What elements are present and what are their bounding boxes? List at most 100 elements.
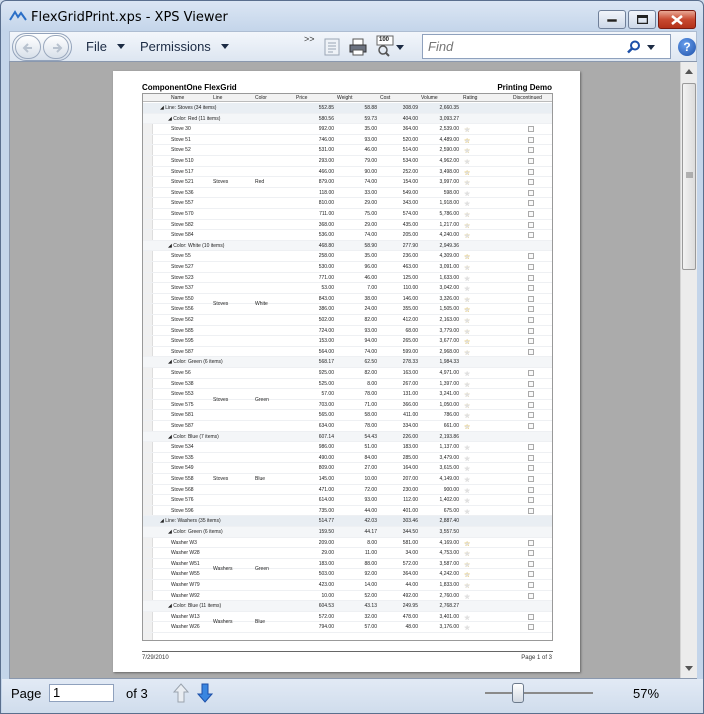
vertical-scrollbar[interactable] — [680, 62, 697, 678]
discontinued-checkbox[interactable] — [528, 168, 534, 175]
find-options-dropdown-icon[interactable] — [647, 45, 655, 50]
discontinued-checkbox[interactable] — [528, 465, 534, 472]
discontinued-checkbox[interactable] — [528, 592, 534, 599]
navigation-buttons — [12, 33, 72, 61]
maximize-button[interactable] — [628, 10, 656, 29]
toolbar-overflow-button[interactable]: >> — [304, 34, 315, 44]
discontinued-checkbox[interactable] — [528, 444, 534, 451]
discontinued-checkbox[interactable] — [528, 550, 534, 557]
discontinued-checkbox[interactable] — [528, 189, 534, 196]
group-label: ◢ Color: Green (6 items) — [168, 529, 223, 535]
discontinued-checkbox[interactable] — [528, 136, 534, 143]
product-name-cell: Stove 575 — [171, 401, 194, 408]
search-icon[interactable] — [627, 40, 641, 54]
discontinued-checkbox[interactable] — [528, 624, 534, 631]
discontinued-checkbox[interactable] — [528, 232, 534, 239]
price-cell: 607.14 — [318, 433, 334, 440]
discontinued-checkbox[interactable] — [528, 253, 534, 260]
discontinued-checkbox[interactable] — [528, 476, 534, 482]
find-input[interactable] — [428, 35, 623, 57]
merged-color-cell: Blue — [255, 476, 266, 482]
table-row: Stove 570 711.00 75.00 574.00 5,786.00 ★ ★ ★ ★ ★ — [143, 209, 552, 220]
column-header: Name — [171, 95, 185, 101]
discontinued-checkbox[interactable] — [528, 295, 534, 302]
volume-cell: 3,587.00 — [439, 560, 459, 567]
footer-divider — [142, 651, 553, 652]
back-button[interactable] — [15, 35, 41, 59]
discontinued-checkbox[interactable] — [528, 264, 534, 270]
discontinued-checkbox[interactable] — [528, 348, 534, 355]
discontinued-checkbox[interactable] — [528, 391, 534, 398]
discontinued-checkbox[interactable] — [528, 582, 534, 588]
document-viewer[interactable]: ComponentOne FlexGrid Printing Demo Name… — [9, 61, 697, 679]
table-row: Washer W3 209.00 8.00 581.00 4,169.00 ★ ★ ★ ★ ★ — [143, 538, 552, 549]
discontinued-checkbox[interactable] — [528, 211, 534, 217]
zoom-dropdown-icon[interactable] — [396, 45, 404, 50]
volume-cell: 4,169.00 — [439, 539, 459, 546]
discontinued-checkbox[interactable] — [528, 274, 534, 281]
discontinued-checkbox[interactable] — [528, 200, 534, 207]
price-cell: 258.00 — [318, 253, 334, 260]
discontinued-checkbox[interactable] — [528, 317, 534, 323]
discontinued-checkbox[interactable] — [528, 285, 534, 292]
volume-cell: 1,137.00 — [439, 444, 459, 451]
price-cell: 810.00 — [318, 200, 334, 207]
star-icon: ★ — [464, 625, 471, 633]
help-button[interactable]: ? — [678, 38, 696, 56]
price-cell: 118.00 — [319, 189, 334, 196]
zoom-slider-thumb[interactable] — [512, 683, 524, 703]
file-menu-label: File — [86, 39, 107, 54]
discontinued-checkbox[interactable] — [528, 560, 534, 567]
discontinued-checkbox[interactable] — [528, 221, 534, 228]
cost-cell: 205.00 — [402, 232, 418, 239]
scrollbar-thumb[interactable] — [682, 83, 696, 270]
cost-cell: 48.00 — [405, 624, 418, 631]
star-icon: ★ — [464, 180, 471, 188]
discontinued-checkbox[interactable] — [528, 423, 534, 429]
volume-cell: 1,402.00 — [439, 497, 459, 504]
discontinued-checkbox[interactable] — [528, 380, 534, 387]
discontinued-checkbox[interactable] — [528, 147, 534, 154]
product-name-cell: Washer W92 — [171, 592, 200, 599]
zoom-slider-track[interactable] — [485, 692, 593, 694]
weight-cell: 82.00 — [364, 370, 377, 376]
discontinued-checkbox[interactable] — [528, 539, 534, 546]
volume-cell: 4,309.00 — [439, 253, 459, 260]
discontinued-checkbox[interactable] — [528, 412, 534, 419]
minimize-button[interactable] — [598, 10, 626, 29]
permissions-menu[interactable]: Permissions — [140, 39, 229, 54]
discontinued-checkbox[interactable] — [528, 327, 534, 334]
weight-cell: 74.00 — [364, 348, 377, 355]
scroll-up-arrow-icon[interactable] — [685, 69, 693, 74]
discontinued-checkbox[interactable] — [528, 370, 534, 376]
discontinued-checkbox[interactable] — [528, 454, 534, 461]
document-outline-icon[interactable] — [322, 37, 342, 57]
discontinued-checkbox[interactable] — [528, 486, 534, 493]
discontinued-checkbox[interactable] — [528, 571, 534, 578]
star-icon: ★ — [464, 445, 471, 453]
discontinued-checkbox[interactable] — [528, 401, 534, 408]
print-icon[interactable] — [348, 37, 368, 57]
forward-button[interactable] — [43, 35, 69, 59]
previous-page-arrow-icon[interactable] — [173, 683, 189, 703]
star-icon: ★ — [464, 190, 471, 198]
discontinued-checkbox[interactable] — [528, 613, 534, 620]
table-row: Stove 534 986.00 51.00 183.00 1,137.00 ★ ★ ★ ★ ★ — [143, 442, 552, 453]
file-menu[interactable]: File — [86, 39, 125, 54]
document-page-number: Page 1 of 3 — [521, 655, 552, 661]
table-row: Stove 521 879.00 74.00 154.00 3,997.00 ★ ★ ★ ★ ★ — [143, 177, 552, 188]
volume-cell: 900.00 — [443, 486, 459, 493]
discontinued-checkbox[interactable] — [528, 497, 534, 504]
weight-cell: 29.00 — [364, 200, 377, 207]
close-button[interactable] — [658, 10, 696, 29]
discontinued-checkbox[interactable] — [528, 126, 534, 133]
discontinued-checkbox[interactable] — [528, 179, 534, 186]
star-icon: ★ — [464, 318, 471, 325]
page-number-input[interactable]: 1 — [49, 684, 114, 702]
scroll-down-arrow-icon[interactable] — [685, 666, 693, 671]
discontinued-checkbox[interactable] — [528, 338, 534, 345]
discontinued-checkbox[interactable] — [528, 507, 534, 514]
next-page-arrow-icon[interactable] — [197, 683, 213, 703]
discontinued-checkbox[interactable] — [528, 306, 534, 313]
discontinued-checkbox[interactable] — [528, 158, 534, 164]
